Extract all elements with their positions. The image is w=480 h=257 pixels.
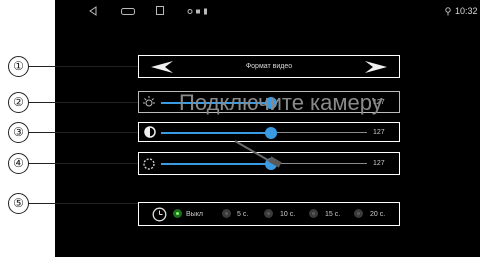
timer-option-5s-label: 5 с. — [237, 211, 249, 218]
brightness-row: 127 Подключите камеру — [138, 90, 400, 115]
contrast-slider-rest[interactable] — [271, 132, 367, 133]
timer-option-off[interactable] — [173, 209, 182, 218]
recents-icon[interactable] — [121, 8, 135, 15]
connect-camera-message: Подключите камеру — [179, 90, 383, 115]
callout-2: ② — [8, 92, 29, 113]
location-icon — [445, 7, 451, 16]
sun-icon — [143, 96, 155, 107]
clock-icon — [152, 207, 167, 222]
saturation-row: 127 — [138, 140, 400, 175]
status-time: 10:32 — [455, 6, 478, 16]
status-bar: 10:32 — [55, 0, 480, 22]
timer-option-15s-label: 15 с. — [325, 211, 341, 218]
timer-option-10s[interactable] — [264, 209, 273, 218]
saturation-slider-rest[interactable] — [271, 163, 367, 164]
timer-option-10s-label: 10 с. — [280, 211, 296, 218]
contrast-value: 127 — [373, 129, 385, 136]
callout-3: ③ — [8, 122, 29, 143]
timer-option-20s-label: 20 с. — [370, 211, 386, 218]
callout-leader-4 — [27, 163, 138, 164]
timer-option-20s[interactable] — [354, 209, 363, 218]
timer-option-15s[interactable] — [309, 209, 318, 218]
contrast-slider-knob[interactable] — [265, 127, 277, 139]
saturation-value: 127 — [373, 160, 385, 167]
callout-leader-5 — [27, 203, 138, 204]
back-icon[interactable] — [89, 6, 97, 16]
dotted-circle-icon — [143, 158, 155, 170]
timer-option-off-label: Выкл — [186, 211, 203, 218]
callout-leader-1 — [27, 66, 138, 67]
camera-cable-image — [234, 140, 282, 168]
callout-1: ① — [8, 56, 29, 77]
notification-icons — [187, 8, 207, 15]
contrast-icon — [144, 126, 156, 138]
video-format-label: Формат видео — [245, 63, 293, 70]
callout-4: ④ — [8, 153, 29, 174]
timer-option-5s[interactable] — [222, 209, 231, 218]
arrow-right-icon[interactable] — [365, 61, 387, 73]
video-format-selector: Формат видео — [138, 55, 400, 78]
device-screen: 10:32 Формат видео 127 Подключите камеру — [55, 0, 480, 257]
callout-leader-3 — [27, 132, 138, 133]
callout-leader-2 — [27, 102, 138, 103]
contrast-slider-track[interactable] — [161, 132, 271, 134]
home-icon[interactable] — [156, 6, 164, 16]
callout-5: ⑤ — [8, 193, 29, 214]
